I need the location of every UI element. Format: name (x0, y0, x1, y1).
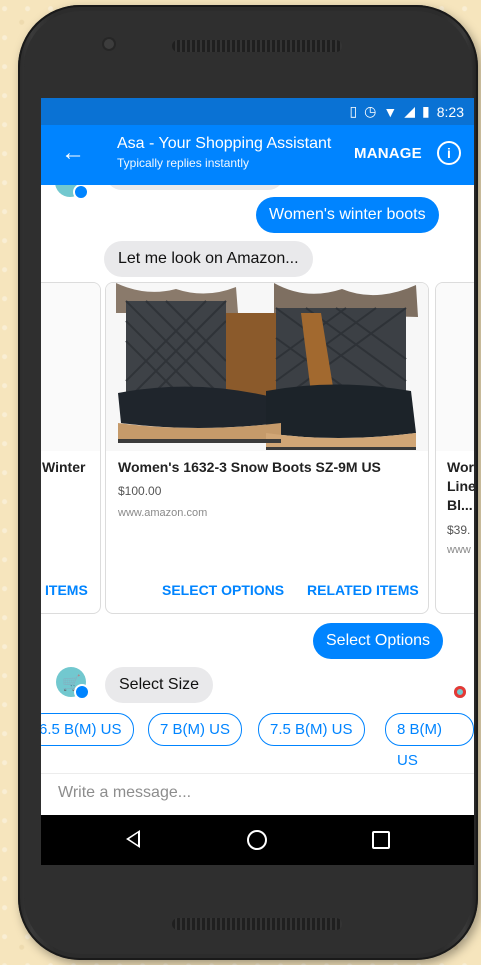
related-items-button-left[interactable]: ITEMS (45, 582, 88, 598)
back-arrow-icon[interactable]: ← (61, 139, 85, 167)
wifi-icon: ▼ (383, 103, 398, 120)
select-options-button[interactable]: SELECT OPTIONS (162, 582, 284, 598)
product-price-right: $39. (447, 523, 471, 537)
messenger-badge-icon (74, 684, 90, 700)
top-speaker (172, 40, 342, 52)
manage-button[interactable]: MANAGE (354, 145, 422, 162)
chat-thread[interactable]: Women's winter boots Let me look on Amaz… (41, 185, 474, 800)
quick-reply-size-6-5[interactable]: 6.5 B(M) US (41, 713, 134, 746)
product-name-right-line1: Wor (447, 459, 474, 475)
product-card-main[interactable]: Women's 1632-3 Snow Boots SZ-9M US $100.… (105, 282, 429, 614)
quick-reply-size-8[interactable]: 8 B(M) US (385, 713, 474, 769)
previous-message-bubble (105, 185, 285, 190)
nav-back-icon[interactable] (126, 830, 140, 848)
boots-image (106, 283, 428, 451)
product-image-left (41, 283, 100, 451)
app-bar: ← Asa - Your Shopping Assistant Typicall… (41, 125, 474, 185)
quick-reply-size-7-5[interactable]: 7.5 B(M) US (258, 713, 365, 746)
bot-avatar-top (55, 185, 89, 200)
quick-reply-size-7[interactable]: 7 B(M) US (148, 713, 243, 746)
product-site-right: www (447, 544, 471, 556)
info-icon[interactable]: i (437, 141, 461, 165)
battery-icon: ▮ (422, 103, 430, 119)
user-message-bubble: Women's winter boots (256, 197, 439, 233)
read-receipt-avatar (454, 686, 466, 698)
product-card-left[interactable]: Winter ITEMS (41, 282, 101, 614)
product-name: Women's 1632-3 Snow Boots SZ-9M US (118, 459, 381, 475)
bot-message-bubble: Let me look on Amazon... (104, 241, 313, 277)
alarm-icon: ◷ (364, 103, 377, 119)
user-select-options-bubble: Select Options (313, 623, 444, 659)
bottom-speaker (172, 918, 342, 930)
android-nav-bar (41, 815, 474, 865)
status-bar: ▯ ◷ ▼ ◢ ▮ 8:23 (41, 98, 474, 125)
product-name-left: Winter (42, 459, 86, 475)
bot-avatar: 🛒 (56, 667, 90, 700)
messenger-badge-icon (73, 185, 89, 200)
product-price: $100.00 (118, 484, 162, 498)
vibrate-icon: ▯ (349, 103, 358, 119)
front-camera (104, 39, 114, 49)
product-name-right-line3: Bl... (447, 497, 473, 513)
bot-select-size-bubble: Select Size (105, 667, 214, 703)
product-card-right[interactable]: Wor Line Bl... $39. www (435, 282, 474, 614)
product-image-right (436, 283, 474, 451)
product-site: www.amazon.com (118, 507, 208, 519)
phone-screen: ▯ ◷ ▼ ◢ ▮ 8:23 ← Asa - Your Shopping Ass… (41, 98, 474, 865)
related-items-button[interactable]: RELATED ITEMS (307, 582, 419, 598)
signal-icon: ◢ (404, 103, 416, 119)
message-input[interactable] (56, 783, 450, 803)
message-composer (41, 773, 474, 816)
product-image-snow-boots (106, 283, 428, 451)
product-name-right-line2: Line (447, 478, 474, 494)
nav-recents-icon[interactable] (372, 831, 390, 849)
chat-title: Asa - Your Shopping Assistant (117, 135, 332, 152)
status-time: 8:23 (436, 103, 464, 120)
chat-subtitle: Typically replies instantly (117, 156, 250, 170)
nav-home-icon[interactable] (247, 830, 267, 850)
